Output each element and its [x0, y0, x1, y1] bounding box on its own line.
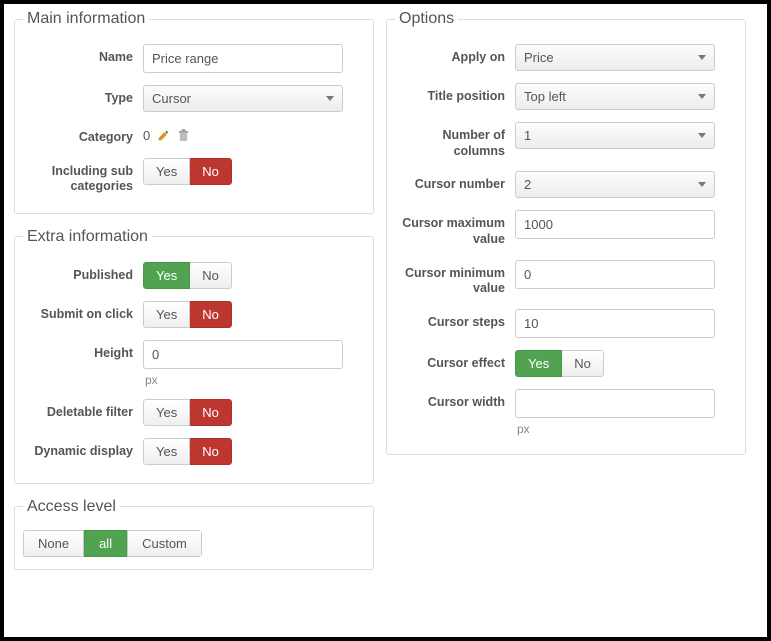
- label-cursor-width: Cursor width: [395, 389, 515, 411]
- chevron-down-icon: [698, 55, 706, 60]
- chevron-down-icon: [698, 133, 706, 138]
- category-value: 0: [143, 128, 150, 143]
- toggle-cursor-effect: Yes No: [515, 350, 604, 377]
- row-cursor-min: Cursor minimum value: [395, 254, 737, 303]
- select-cursor-number[interactable]: 2: [515, 171, 715, 198]
- row-dynamic-display: Dynamic display Yes No: [23, 432, 365, 471]
- input-cursor-steps[interactable]: [515, 309, 715, 338]
- input-height[interactable]: [143, 340, 343, 369]
- row-deletable-filter: Deletable filter Yes No: [23, 393, 365, 432]
- select-type[interactable]: Cursor: [143, 85, 343, 112]
- row-category: Category 0: [23, 118, 365, 152]
- row-num-columns: Number of columns 1: [395, 116, 737, 165]
- label-cursor-steps: Cursor steps: [395, 309, 515, 331]
- select-type-value: Cursor: [152, 91, 191, 106]
- chevron-down-icon: [698, 182, 706, 187]
- subcategories-yes[interactable]: Yes: [143, 158, 190, 185]
- label-category: Category: [23, 124, 143, 146]
- access-level-fieldset: Access level None all Custom: [14, 498, 374, 570]
- height-unit: px: [143, 373, 158, 387]
- select-num-columns[interactable]: 1: [515, 122, 715, 149]
- options-fieldset: Options Apply on Price Title position To…: [386, 10, 746, 455]
- access-none[interactable]: None: [23, 530, 84, 557]
- access-level-legend: Access level: [23, 498, 120, 516]
- row-subcategories: Including sub categories Yes No: [23, 152, 365, 201]
- left-column: Main information Name Type Cursor Catego…: [14, 10, 374, 627]
- row-published: Published Yes No: [23, 256, 365, 295]
- label-published: Published: [23, 262, 143, 284]
- extra-information-legend: Extra information: [23, 228, 152, 246]
- options-legend: Options: [395, 10, 458, 28]
- label-type: Type: [23, 85, 143, 107]
- subcategories-no[interactable]: No: [190, 158, 232, 185]
- input-cursor-max[interactable]: [515, 210, 715, 239]
- row-height: Height px: [23, 334, 365, 393]
- dynamic-display-yes[interactable]: Yes: [143, 438, 190, 465]
- row-title-position: Title position Top left: [395, 77, 737, 116]
- edit-icon[interactable]: [156, 129, 170, 143]
- row-cursor-width: Cursor width px: [395, 383, 737, 442]
- label-dynamic-display: Dynamic display: [23, 438, 143, 460]
- select-apply-on[interactable]: Price: [515, 44, 715, 71]
- main-information-legend: Main information: [23, 10, 149, 28]
- right-column: Options Apply on Price Title position To…: [386, 10, 746, 627]
- published-no[interactable]: No: [190, 262, 232, 289]
- row-name: Name: [23, 38, 365, 79]
- label-apply-on: Apply on: [395, 44, 515, 66]
- label-height: Height: [23, 340, 143, 362]
- dynamic-display-no[interactable]: No: [190, 438, 232, 465]
- toggle-dynamic-display: Yes No: [143, 438, 232, 465]
- input-cursor-min[interactable]: [515, 260, 715, 289]
- select-num-columns-value: 1: [524, 128, 531, 143]
- submit-on-click-no[interactable]: No: [190, 301, 232, 328]
- app-frame: Main information Name Type Cursor Catego…: [0, 0, 771, 641]
- row-cursor-max: Cursor maximum value: [395, 204, 737, 253]
- extra-information-fieldset: Extra information Published Yes No Submi…: [14, 228, 374, 484]
- published-yes[interactable]: Yes: [143, 262, 190, 289]
- select-title-position[interactable]: Top left: [515, 83, 715, 110]
- label-cursor-effect: Cursor effect: [395, 350, 515, 372]
- delete-icon[interactable]: [176, 129, 190, 143]
- label-name: Name: [23, 44, 143, 66]
- row-submit-on-click: Submit on click Yes No: [23, 295, 365, 334]
- cursor-width-unit: px: [515, 422, 530, 436]
- row-type: Type Cursor: [23, 79, 365, 118]
- cursor-effect-yes[interactable]: Yes: [515, 350, 562, 377]
- toggle-deletable-filter: Yes No: [143, 399, 232, 426]
- label-cursor-min: Cursor minimum value: [395, 260, 515, 297]
- toggle-submit-on-click: Yes No: [143, 301, 232, 328]
- toggle-subcategories: Yes No: [143, 158, 232, 185]
- chevron-down-icon: [326, 96, 334, 101]
- main-information-fieldset: Main information Name Type Cursor Catego…: [14, 10, 374, 214]
- row-apply-on: Apply on Price: [395, 38, 737, 77]
- deletable-filter-no[interactable]: No: [190, 399, 232, 426]
- label-subcategories: Including sub categories: [23, 158, 143, 195]
- access-all[interactable]: all: [84, 530, 127, 557]
- label-num-columns: Number of columns: [395, 122, 515, 159]
- deletable-filter-yes[interactable]: Yes: [143, 399, 190, 426]
- label-cursor-max: Cursor maximum value: [395, 210, 515, 247]
- row-cursor-effect: Cursor effect Yes No: [395, 344, 737, 383]
- select-cursor-number-value: 2: [524, 177, 531, 192]
- label-cursor-number: Cursor number: [395, 171, 515, 193]
- row-cursor-steps: Cursor steps: [395, 303, 737, 344]
- select-title-position-value: Top left: [524, 89, 566, 104]
- cursor-effect-no[interactable]: No: [562, 350, 604, 377]
- row-cursor-number: Cursor number 2: [395, 165, 737, 204]
- label-title-position: Title position: [395, 83, 515, 105]
- label-submit-on-click: Submit on click: [23, 301, 143, 323]
- input-cursor-width[interactable]: [515, 389, 715, 418]
- access-level-group: None all Custom: [23, 530, 202, 557]
- input-name[interactable]: [143, 44, 343, 73]
- chevron-down-icon: [698, 94, 706, 99]
- label-deletable-filter: Deletable filter: [23, 399, 143, 421]
- access-custom[interactable]: Custom: [127, 530, 202, 557]
- submit-on-click-yes[interactable]: Yes: [143, 301, 190, 328]
- toggle-published: Yes No: [143, 262, 232, 289]
- select-apply-on-value: Price: [524, 50, 554, 65]
